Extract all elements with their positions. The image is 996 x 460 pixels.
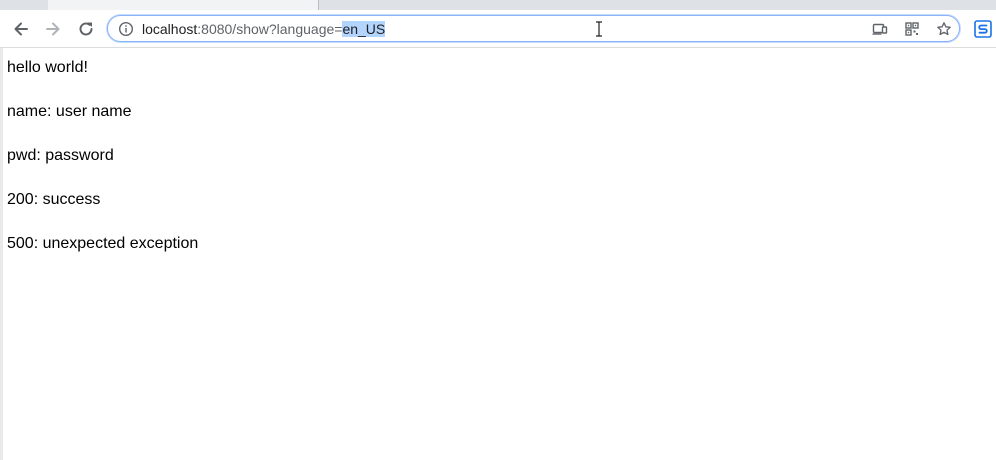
status-200-text: 200: success: [7, 191, 101, 208]
qr-code-icon[interactable]: [904, 21, 920, 37]
tab-separator: [318, 0, 319, 10]
reload-button[interactable]: [73, 16, 99, 42]
page-content: hello world! name: user name pwd: passwo…: [0, 48, 996, 460]
star-icon[interactable]: [936, 21, 952, 37]
text-cursor-icon: [596, 21, 602, 37]
cast-icon[interactable]: [872, 21, 888, 37]
greeting-text: hello world!: [7, 59, 88, 76]
extension-icon[interactable]: [974, 20, 992, 38]
window-left-edge: [0, 48, 3, 460]
status-500-text: 500: unexpected exception: [7, 235, 199, 252]
active-tab[interactable]: [48, 0, 318, 10]
name-label-text: name: user name: [7, 103, 132, 120]
url-host: localhost: [142, 21, 198, 37]
reload-icon: [79, 22, 93, 36]
browser-toolbar: localhost:8080/show?language=en_US: [0, 10, 996, 48]
info-circle-icon[interactable]: [118, 21, 134, 37]
arrow-right-icon: [46, 22, 60, 36]
url-path: :8080/show?language=: [197, 21, 343, 37]
url-selected-text: en_US: [342, 21, 386, 37]
forward-button[interactable]: [40, 16, 66, 42]
url-text[interactable]: localhost:8080/show?language=en_US: [142, 21, 386, 37]
back-button[interactable]: [8, 16, 34, 42]
address-bar[interactable]: localhost:8080/show?language=en_US: [107, 15, 960, 42]
arrow-left-icon: [14, 22, 28, 36]
pwd-label-text: pwd: password: [7, 147, 114, 164]
tab-strip: [0, 0, 996, 10]
